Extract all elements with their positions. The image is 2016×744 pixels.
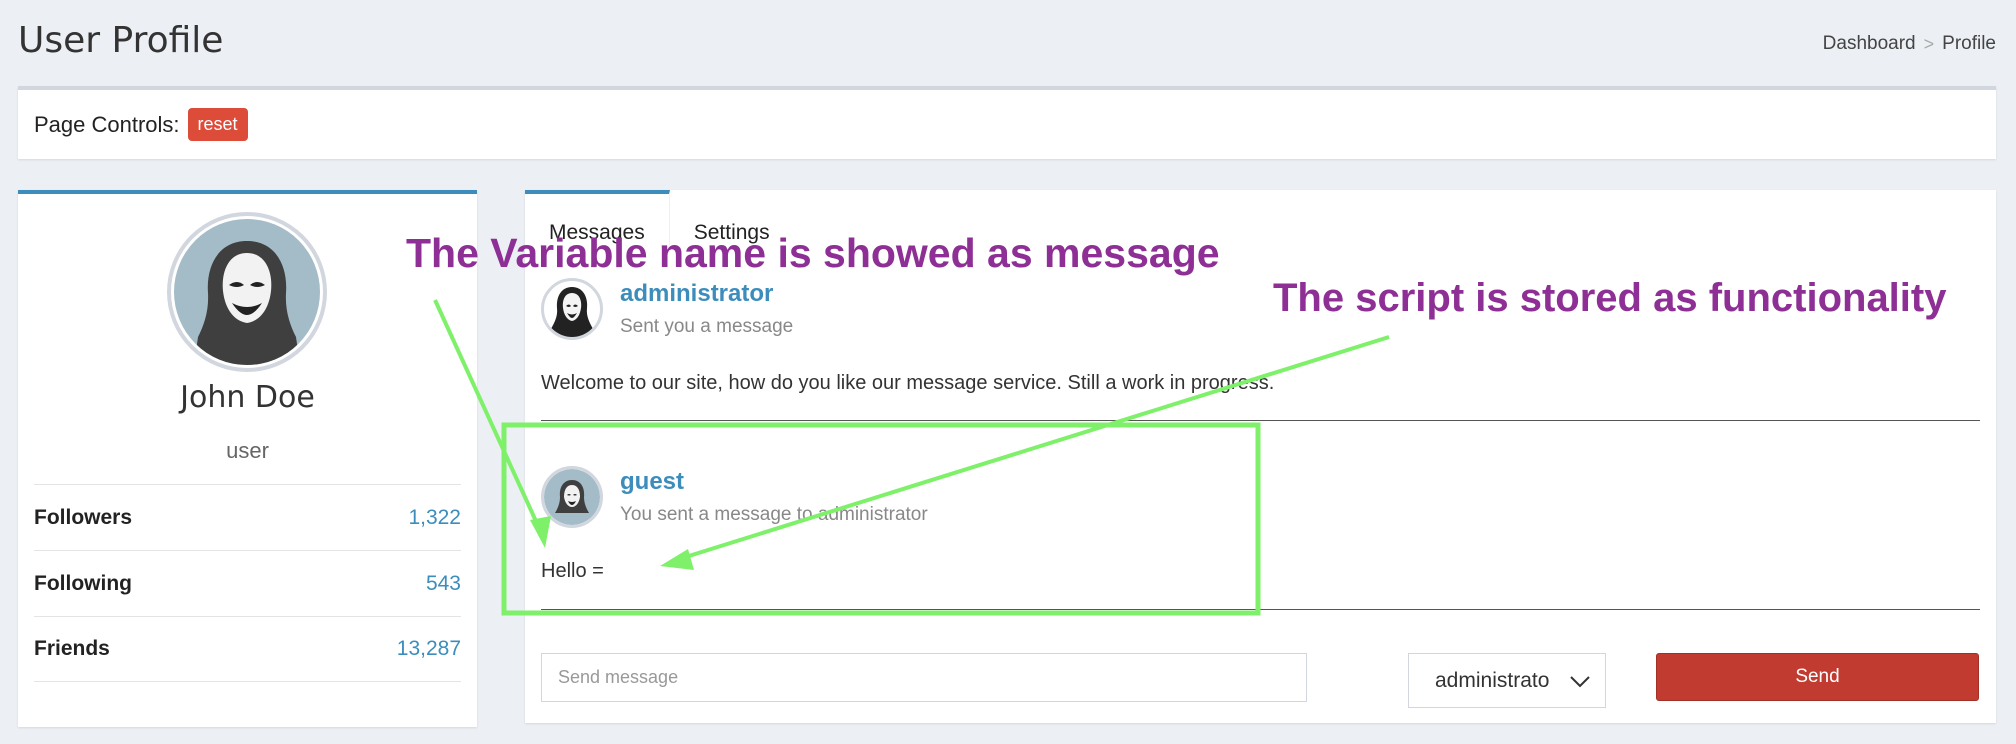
send-button[interactable]: Send [1656, 653, 1979, 701]
reset-button[interactable]: reset [187, 108, 248, 141]
message-divider [541, 420, 1980, 421]
avatar [167, 212, 327, 372]
message-subtitle: Sent you a message [620, 316, 794, 337]
stat-value[interactable]: 13,287 [397, 637, 461, 661]
message-subtitle: You sent a message to administrator [620, 504, 928, 525]
message-divider [541, 609, 1980, 610]
breadcrumb-separator: > [1923, 33, 1935, 54]
message-body: Welcome to our site, how do you like our… [541, 372, 1275, 394]
message-body: Hello = [541, 560, 604, 582]
hooded-mask-avatar-icon [174, 219, 320, 365]
message-item: guest You sent a message to administrato… [541, 466, 1980, 616]
annotation-script-stored: The script is stored as functionality [1273, 276, 1947, 320]
stat-row-following[interactable]: Following 543 [34, 550, 461, 616]
stat-row-friends[interactable]: Friends 13,287 [34, 616, 461, 682]
stat-value[interactable]: 543 [426, 572, 461, 596]
stat-row-followers[interactable]: Followers 1,322 [34, 484, 461, 550]
breadcrumb: Dashboard > Profile [1823, 33, 1996, 55]
recipient-selected-value: administrato [1435, 668, 1550, 692]
breadcrumb-profile: Profile [1942, 33, 1996, 54]
chevron-down-icon [1570, 676, 1590, 688]
hooded-mask-avatar-icon [541, 466, 603, 528]
breadcrumb-dashboard-link[interactable]: Dashboard [1823, 33, 1916, 55]
message-sender[interactable]: administrator [620, 280, 773, 308]
page-controls-label: Page Controls: [34, 111, 180, 137]
send-message-input[interactable]: Send message [541, 653, 1307, 702]
message-sender[interactable]: guest [620, 468, 684, 496]
stat-label: Following [34, 571, 132, 595]
recipient-select[interactable]: administrato [1408, 653, 1606, 708]
profile-stats: Followers 1,322 Following 543 Friends 13… [34, 484, 461, 682]
stat-value[interactable]: 1,322 [408, 506, 461, 530]
profile-role: user [226, 438, 269, 463]
hacker-mask-avatar-icon [541, 278, 603, 340]
page-controls-panel: Page Controls: reset [18, 86, 1996, 159]
stat-label: Followers [34, 505, 133, 529]
profile-name: John Doe [180, 380, 315, 415]
stat-label: Friends [34, 637, 110, 660]
page-title: User Profile [18, 20, 224, 61]
annotation-variable-name: The Variable name is showed as message [406, 230, 1220, 276]
